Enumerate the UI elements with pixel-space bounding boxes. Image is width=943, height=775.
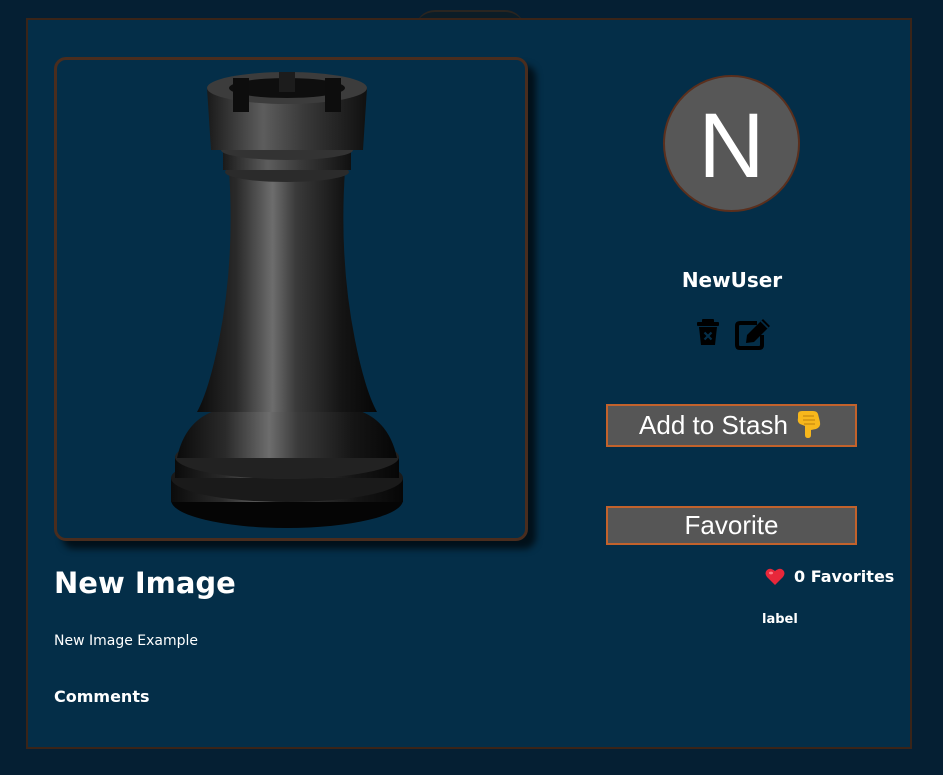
- avatar-initial: N: [698, 94, 765, 197]
- add-to-stash-label: Add to Stash: [639, 410, 788, 440]
- edit-button[interactable]: [735, 318, 773, 354]
- post-image: [54, 57, 528, 541]
- username[interactable]: NewUser: [632, 268, 832, 292]
- trash-icon: [697, 319, 719, 345]
- image-title: New Image: [54, 566, 236, 600]
- pointing-down-hand-icon: [797, 411, 821, 439]
- favorite-button[interactable]: Favorite: [606, 506, 857, 545]
- label-text: label: [762, 612, 798, 627]
- image-detail-card: New Image New Image Example Comments N N…: [26, 18, 912, 749]
- chess-rook-image: [171, 72, 403, 528]
- avatar[interactable]: N: [663, 75, 800, 212]
- edit-icon: [735, 319, 770, 350]
- heart-icon: [765, 568, 785, 585]
- favorites-count: 0 Favorites: [765, 566, 894, 586]
- favorites-count-text: 0 Favorites: [794, 566, 895, 586]
- image-description: New Image Example: [54, 633, 199, 649]
- add-to-stash-button[interactable]: Add to Stash: [606, 404, 857, 447]
- delete-button[interactable]: [696, 318, 720, 350]
- comments-heading: Comments: [54, 687, 150, 706]
